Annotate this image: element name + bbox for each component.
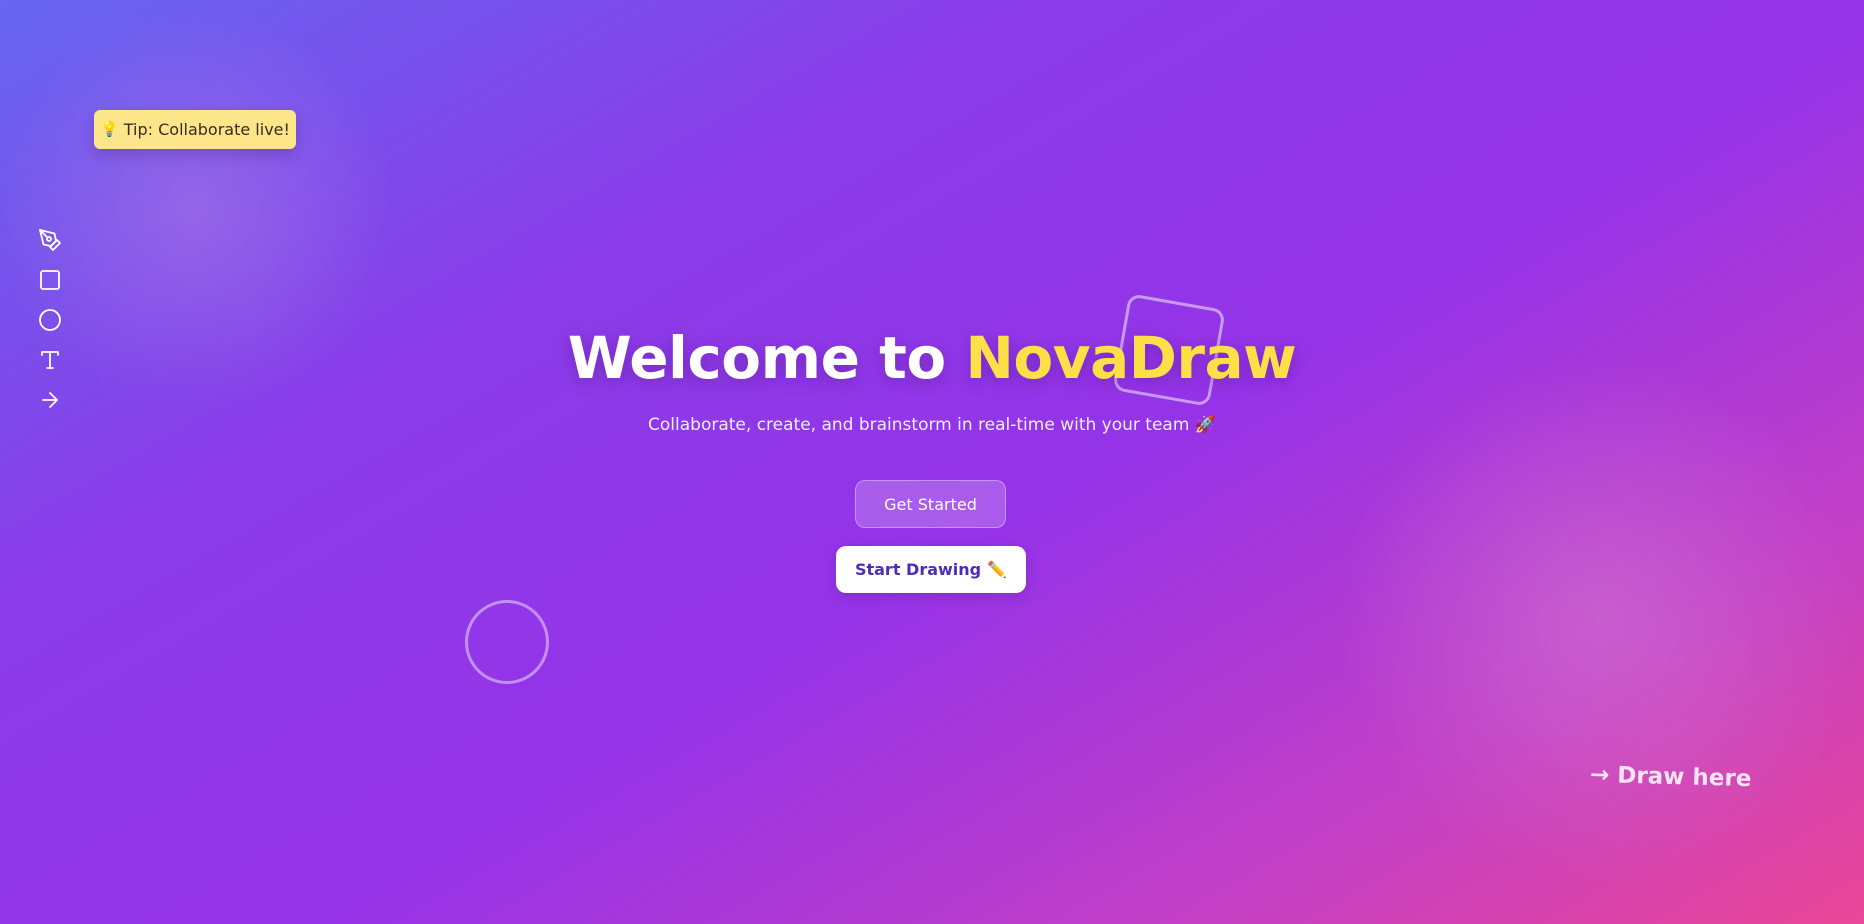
tip-sticky-note[interactable]: 💡 Tip: Collaborate live! — [94, 110, 296, 149]
pencil-icon: ✏️ — [987, 560, 1008, 579]
get-started-button[interactable]: Get Started — [855, 480, 1006, 528]
brand-name: NovaDraw — [965, 324, 1297, 392]
tip-text: Tip: Collaborate live! — [123, 120, 290, 139]
start-drawing-button[interactable]: Start Drawing ✏️ — [836, 546, 1026, 593]
start-drawing-label: Start Drawing — [854, 560, 982, 579]
draw-here-hint: → Draw here — [1589, 761, 1752, 793]
decorative-circle — [465, 600, 549, 684]
welcome-page: 💡 Tip: Collaborate live! Welcome to Nova… — [0, 0, 1864, 924]
lightbulb-icon: 💡 — [100, 120, 119, 138]
pen-tool-button[interactable] — [36, 226, 64, 254]
hero-subtitle: Collaborate, create, and brainstorm in r… — [648, 415, 1216, 435]
rectangle-icon — [40, 270, 60, 290]
hero-title-prefix: Welcome to — [567, 324, 966, 392]
pen-tool-icon — [39, 229, 61, 251]
rectangle-tool-button[interactable] — [36, 266, 64, 294]
hero-title: Welcome to NovaDraw — [0, 318, 1864, 398]
